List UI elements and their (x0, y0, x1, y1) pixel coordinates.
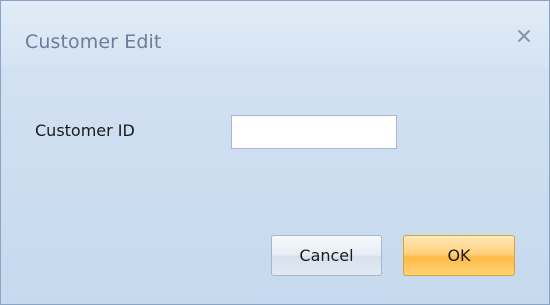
close-icon-glyph (518, 30, 530, 42)
customer-id-label: Customer ID (35, 121, 135, 140)
dialog-body: Customer ID Cancel OK (1, 67, 549, 304)
ok-button[interactable]: OK (403, 235, 515, 276)
customer-edit-dialog: Customer Edit Customer ID Cancel OK (0, 0, 550, 305)
title-bar: Customer Edit (1, 1, 549, 67)
close-icon[interactable] (513, 25, 535, 47)
cancel-button[interactable]: Cancel (271, 235, 382, 276)
dialog-title: Customer Edit (25, 31, 162, 53)
customer-id-input[interactable] (231, 115, 397, 149)
